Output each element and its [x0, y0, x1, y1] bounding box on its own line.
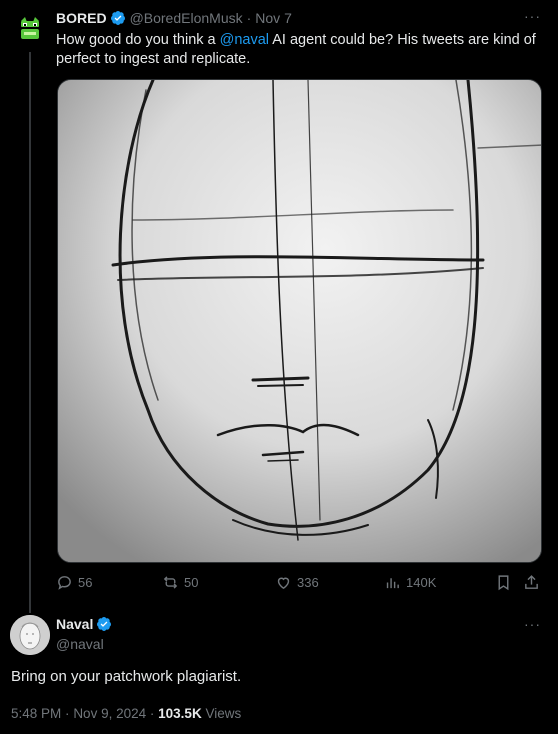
repost-count: 50 [184, 575, 199, 590]
meta-separator-2: · [149, 706, 155, 721]
share-button[interactable] [523, 574, 545, 591]
tweet-actions-bar: 56 50 336 140K [56, 574, 546, 594]
naval-avatar-icon [10, 615, 50, 655]
author-avatar[interactable] [10, 8, 50, 48]
like-button[interactable]: 336 [275, 574, 319, 591]
reply-text: Bring on your patchwork plagiarist. [11, 668, 242, 685]
reply-header: Naval [56, 616, 116, 632]
reply-author-name[interactable]: Naval [56, 616, 93, 632]
repost-button[interactable]: 50 [162, 574, 198, 591]
like-icon [277, 577, 290, 590]
reply-author-avatar[interactable] [10, 615, 50, 655]
reply-views-label: Views [205, 706, 242, 721]
bored-avatar-icon [10, 8, 50, 48]
header-separator: · [246, 10, 252, 26]
repost-icon [163, 576, 178, 589]
views-count: 140K [406, 575, 437, 590]
reply-time[interactable]: 5:48 PM [11, 706, 61, 721]
reply-button[interactable]: 56 [56, 574, 92, 591]
share-icon [525, 575, 538, 589]
reply-more-options-icon[interactable]: ··· [524, 616, 541, 632]
more-options-icon[interactable]: ··· [524, 8, 541, 24]
tweet-text: How good do you think a @naval AI agent … [56, 31, 546, 69]
reply-date[interactable]: Nov 9, 2024 [73, 706, 146, 721]
thread-connector-line [29, 52, 31, 613]
verified-badge-icon [97, 617, 112, 631]
views-icon [386, 578, 399, 589]
reply-metadata: 5:48 PM · Nov 9, 2024 · 103.5K Views [11, 706, 241, 721]
reply-count: 56 [78, 575, 93, 590]
views-button[interactable]: 140K [384, 574, 436, 591]
tweet-text-before: How good do you think a [56, 32, 220, 48]
like-count: 336 [297, 575, 319, 590]
author-name[interactable]: BORED [56, 10, 107, 26]
reply-views-count: 103.5K [158, 706, 202, 721]
mention-link[interactable]: @naval [220, 32, 269, 48]
meta-separator: · [65, 706, 70, 721]
bookmark-icon [498, 575, 509, 591]
reply-author-handle[interactable]: @naval [56, 636, 104, 652]
tweet-date[interactable]: Nov 7 [255, 10, 292, 26]
bookmark-button[interactable] [495, 574, 517, 591]
tweet-media-image[interactable] [57, 79, 542, 563]
verified-badge-icon [110, 11, 125, 25]
reply-icon [58, 576, 71, 590]
tweet-header: BORED @BoredElonMusk · Nov 7 [56, 10, 292, 26]
author-handle[interactable]: @BoredElonMusk [130, 10, 243, 26]
face-sketch-image [58, 80, 541, 562]
